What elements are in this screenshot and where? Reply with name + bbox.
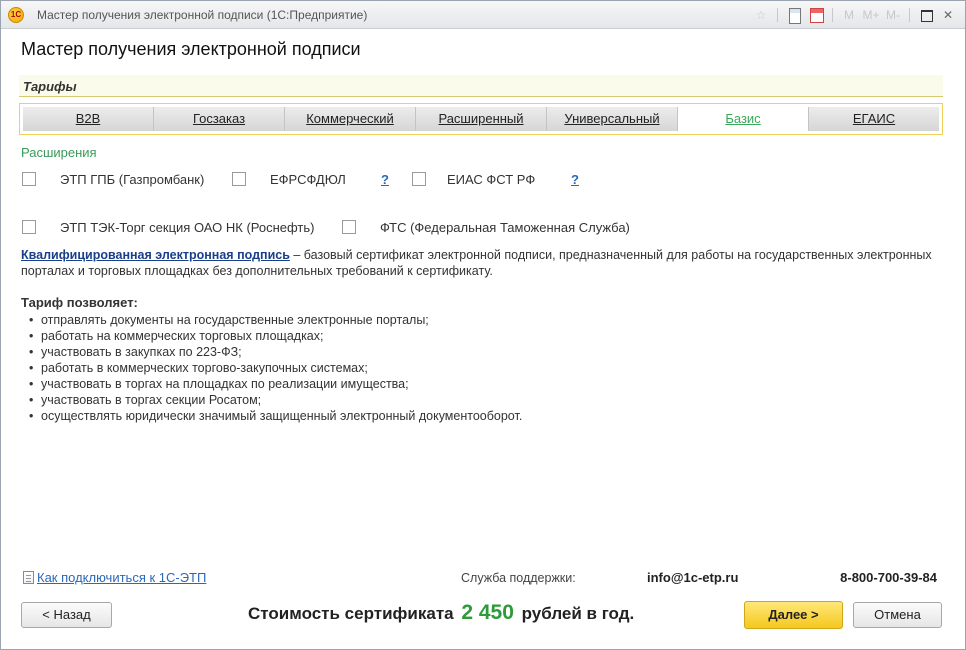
star-icon[interactable]: ☆ — [752, 6, 770, 24]
wizard-window: 1С Мастер получения электронной подписи … — [0, 0, 966, 650]
app-1c-icon[interactable]: 1С — [8, 7, 24, 23]
toolbar-separator — [909, 8, 910, 22]
checkbox-eias-fst[interactable] — [412, 172, 426, 186]
checkbox-label-tek-torg[interactable]: ЭТП ТЭК-Торг секция ОАО НК (Роснефть) — [60, 220, 314, 235]
memory-m-button[interactable]: M — [840, 6, 858, 24]
next-button[interactable]: Далее > — [744, 601, 843, 629]
tab-universalny[interactable]: Универсальный — [547, 107, 678, 131]
checkbox-etp-gpb[interactable] — [22, 172, 36, 186]
extensions-title: Расширения — [21, 145, 97, 160]
page-title: Мастер получения электронной подписи — [21, 39, 361, 59]
list-item: отправлять документы на государственные … — [29, 312, 522, 328]
document-icon — [23, 571, 34, 584]
list-item: участвовать в закупках по 223-ФЗ; — [29, 344, 522, 360]
title-bar-controls: ☆ M M+ M- ✕ — [752, 6, 957, 24]
checkbox-label-efrsfdyul[interactable]: ЕФРСФДЮЛ — [270, 172, 346, 187]
tab-egais[interactable]: ЕГАИС — [809, 107, 939, 131]
toolbar-separator — [777, 8, 778, 22]
toolbar-separator — [832, 8, 833, 22]
calendar-icon[interactable] — [807, 6, 825, 24]
list-item: осуществлять юридически значимый защищен… — [29, 408, 522, 424]
connect-link[interactable]: Как подключиться к 1С-ЭТП — [37, 570, 206, 585]
checkbox-efrsfdyul[interactable] — [232, 172, 246, 186]
tariff-description: Квалифицированная электронная подпись – … — [21, 247, 946, 279]
calculator-icon[interactable] — [785, 6, 803, 24]
checkbox-label-fts[interactable]: ФТС (Федеральная Таможенная Служба) — [380, 220, 630, 235]
features-title: Тариф позволяет: — [21, 295, 138, 310]
tariffs-group-header: Тарифы — [19, 75, 943, 97]
list-item: участвовать в торгах на площадках по реа… — [29, 376, 522, 392]
certificate-price: Стоимость сертификата 2 450 рублей в год… — [248, 601, 634, 625]
features-list: отправлять документы на государственные … — [29, 312, 522, 424]
support-label: Служба поддержки: — [461, 571, 576, 585]
list-item: участвовать в торгах секции Росатом; — [29, 392, 522, 408]
qualified-signature-link[interactable]: Квалифицированная электронная подпись — [21, 248, 290, 262]
checkbox-label-eias-fst[interactable]: ЕИАС ФСТ РФ — [447, 172, 535, 187]
maximize-icon[interactable] — [917, 6, 935, 24]
tariff-tabs: B2B Госзаказ Коммерческий Расширенный Ун… — [19, 103, 943, 135]
cancel-button[interactable]: Отмена — [853, 602, 942, 628]
checkbox-label-etp-gpb[interactable]: ЭТП ГПБ (Газпромбанк) — [60, 172, 204, 187]
tab-bazis[interactable]: Базис — [678, 107, 809, 131]
checkbox-fts[interactable] — [342, 220, 356, 234]
window-title: Мастер получения электронной подписи (1С… — [37, 8, 368, 22]
help-link-efrsfdyul[interactable]: ? — [381, 172, 389, 187]
back-button[interactable]: < Назад — [21, 602, 112, 628]
list-item: работать на коммерческих торговых площад… — [29, 328, 522, 344]
close-icon[interactable]: ✕ — [939, 6, 957, 24]
list-item: работать в коммерческих торгово-закупочн… — [29, 360, 522, 376]
help-link-eias-fst[interactable]: ? — [571, 172, 579, 187]
memory-plus-button[interactable]: M+ — [862, 6, 880, 24]
tab-kommercheskiy[interactable]: Коммерческий — [285, 107, 416, 131]
tab-rasshirenny[interactable]: Расширенный — [416, 107, 547, 131]
connect-help: Как подключиться к 1С-ЭТП — [23, 570, 206, 585]
price-value: 2 450 — [461, 601, 514, 624]
price-suffix: рублей в год. — [521, 604, 635, 623]
price-prefix: Стоимость сертификата — [248, 604, 454, 623]
tab-goszakaz[interactable]: Госзаказ — [154, 107, 285, 131]
checkbox-tek-torg[interactable] — [22, 220, 36, 234]
support-email: info@1c-etp.ru — [647, 570, 739, 585]
tariffs-group-title: Тарифы — [23, 79, 77, 94]
tab-b2b[interactable]: B2B — [23, 107, 154, 131]
support-phone: 8-800-700-39-84 — [840, 570, 937, 585]
memory-minus-button[interactable]: M- — [884, 6, 902, 24]
title-bar: 1С Мастер получения электронной подписи … — [1, 1, 965, 29]
